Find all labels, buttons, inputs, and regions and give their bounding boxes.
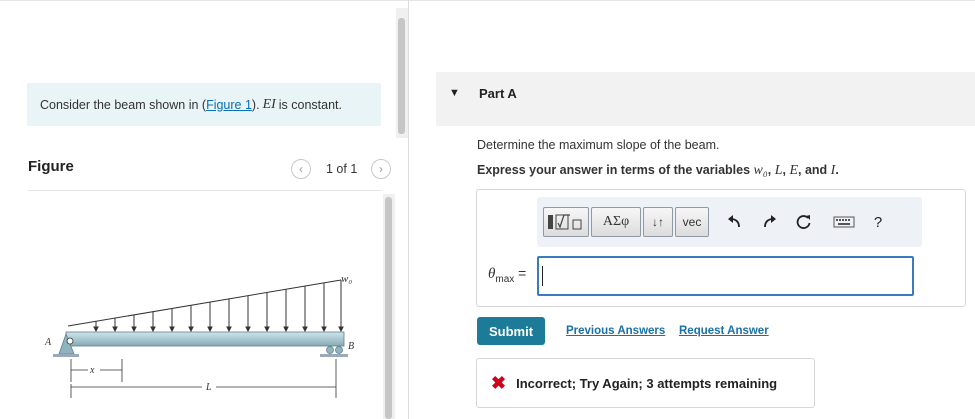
figure-pager: 1 of 1 <box>326 158 357 180</box>
figure-separator <box>28 190 382 191</box>
feedback-text: Incorrect; Try Again; 3 attempts remaini… <box>516 375 778 391</box>
x-icon: ✖ <box>491 372 507 393</box>
roller-right-icon <box>335 346 343 354</box>
part-a-title: Part A <box>479 86 517 101</box>
var-l: L <box>774 163 783 178</box>
figure-title: Figure <box>28 158 74 175</box>
sort-button[interactable]: ↓↑ <box>643 207 673 237</box>
intro-math-ei: EI <box>262 96 276 112</box>
templates-icon <box>548 214 582 230</box>
theta-subscript: max <box>495 273 515 285</box>
intro-text-end: is constant. <box>278 97 343 112</box>
figure-next-button[interactable]: › <box>371 158 391 180</box>
var-e: E <box>789 163 798 178</box>
intro-text-after: ). <box>251 97 260 112</box>
label-a: A <box>44 337 52 348</box>
label-x: x <box>89 365 95 376</box>
greek-button[interactable]: ΑΣφ <box>591 207 641 237</box>
submit-button[interactable]: Submit <box>477 317 545 345</box>
answer-input[interactable] <box>537 256 914 296</box>
figure-prev-button[interactable]: ‹ <box>291 158 311 180</box>
figure-link[interactable]: Figure 1 <box>206 98 252 112</box>
instruction-period: . <box>835 163 839 177</box>
request-answer-link[interactable]: Request Answer <box>679 325 769 337</box>
pin-icon <box>66 337 74 345</box>
beam-figure: w₀ A B x L <box>44 273 354 398</box>
text-caret <box>542 266 543 286</box>
reset-icon[interactable] <box>793 211 815 233</box>
figure-scrollbar-thumb[interactable] <box>385 197 392 419</box>
pager-text: 1 of 1 <box>326 162 358 176</box>
redo-icon[interactable] <box>759 211 781 233</box>
intro-text-before: Consider the beam shown in ( <box>40 97 207 112</box>
instruction-prefix: Express your answer in terms of the vari… <box>477 163 751 177</box>
load-label-w0: w₀ <box>341 273 352 285</box>
chevron-right-icon[interactable]: › <box>371 159 391 179</box>
var-w0: w₀ <box>753 163 768 178</box>
caret-down-icon[interactable]: ▼ <box>449 87 460 99</box>
problem-intro: Consider the beam shown in (Figure 1). E… <box>27 83 381 126</box>
instruction-and: and <box>804 163 828 177</box>
equals-sign: = <box>518 265 527 281</box>
pane-divider[interactable] <box>408 0 409 419</box>
help-button[interactable]: ? <box>867 211 889 233</box>
feedback-box: ✖ Incorrect; Try Again; 3 attempts remai… <box>476 358 815 408</box>
label-l: L <box>205 382 212 393</box>
math-toolbar: ΑΣφ ↓↑ vec ? <box>537 197 922 247</box>
scrollbar-thumb[interactable] <box>398 18 405 134</box>
roller-left-icon <box>326 346 334 354</box>
left-ground <box>53 354 79 357</box>
previous-answers-link[interactable]: Previous Answers <box>566 325 665 337</box>
label-b: B <box>348 341 354 352</box>
undo-icon[interactable] <box>723 211 745 233</box>
right-ground <box>320 354 348 357</box>
vec-button[interactable]: vec <box>675 207 709 237</box>
keyboard-icon[interactable] <box>831 211 857 233</box>
templates-button[interactable] <box>543 207 589 237</box>
chevron-left-icon[interactable]: ‹ <box>291 159 311 179</box>
theta-max-label: θmax = <box>488 265 526 285</box>
top-border <box>0 0 975 1</box>
beam <box>65 331 345 347</box>
question-text: Determine the maximum slope of the beam. <box>477 138 720 152</box>
instruction-text: Express your answer in terms of the vari… <box>477 163 839 178</box>
